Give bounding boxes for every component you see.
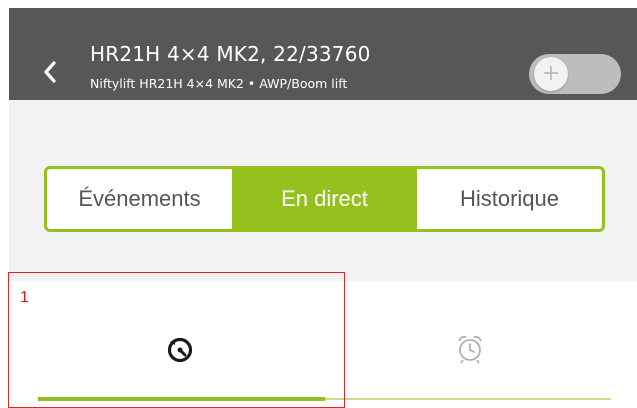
- segment-en-direct[interactable]: En direct: [232, 169, 417, 229]
- plus-icon: +: [541, 61, 561, 86]
- annotation-label: 1: [20, 289, 29, 306]
- tab-underline: [325, 398, 611, 400]
- segment-evenements[interactable]: Événements: [47, 169, 232, 229]
- annotation-box: [8, 272, 345, 408]
- toggle-knob[interactable]: +: [534, 57, 568, 91]
- favorite-toggle[interactable]: +: [529, 54, 621, 94]
- segment-historique[interactable]: Historique: [417, 169, 602, 229]
- alarm-clock-icon[interactable]: [455, 333, 485, 365]
- page-title: HR21H 4×4 MK2, 22/33760: [90, 42, 371, 66]
- view-segmented-control: Événements En direct Historique: [44, 166, 605, 232]
- page-subtitle: Niftylift HR21H 4×4 MK2 • AWP/Boom lift: [90, 76, 348, 91]
- back-chevron-icon[interactable]: [40, 59, 62, 85]
